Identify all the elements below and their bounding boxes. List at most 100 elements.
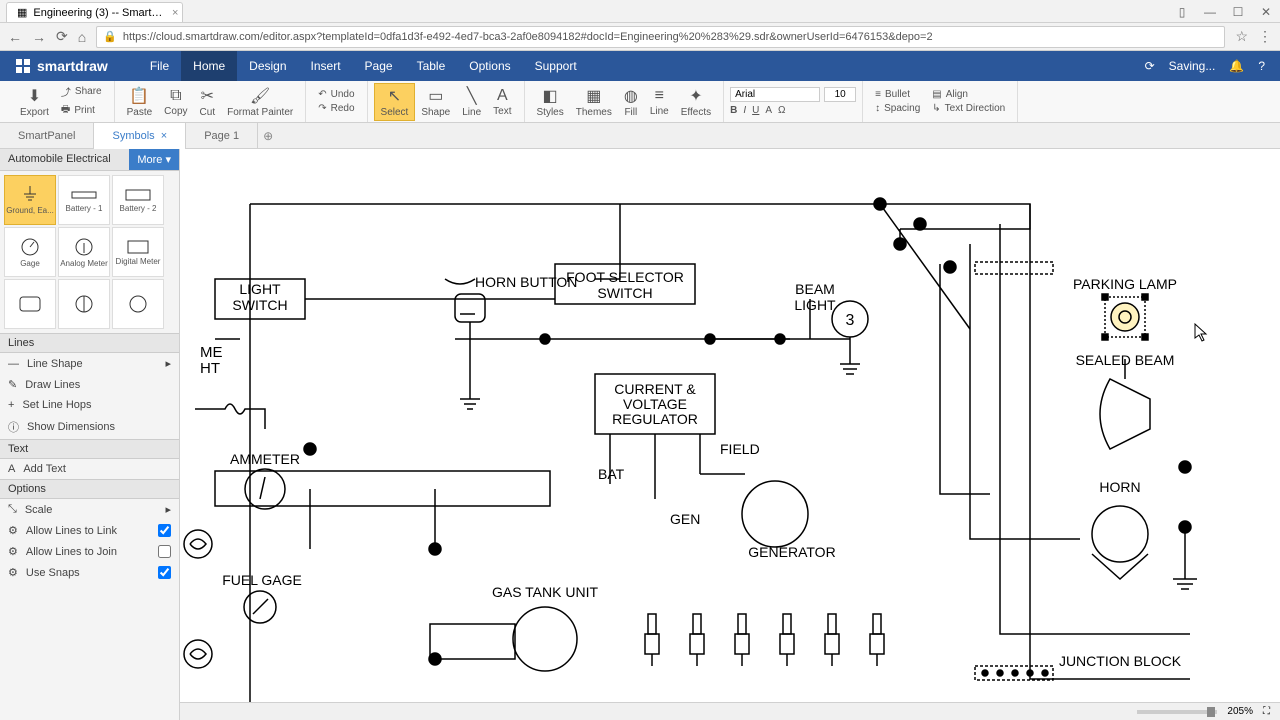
maximize-icon[interactable]: ☐ [1224,2,1252,22]
symbol-digital-meter[interactable]: Digital Meter [112,227,164,277]
user-icon[interactable]: ▯ [1168,2,1196,22]
line-button[interactable]: ╲Line [456,84,487,120]
symbol-analog-meter[interactable]: Analog Meter [58,227,110,277]
bell-icon[interactable]: 🔔 [1229,59,1244,73]
help-icon[interactable]: ? [1258,59,1265,73]
text-direction-button[interactable]: ↳ Text Direction [926,102,1011,115]
undo-button[interactable]: ↶Undo [312,88,360,101]
symbol-gage[interactable]: Gage [4,227,56,277]
export-button[interactable]: ⬇Export [14,84,55,120]
font-color-button[interactable]: A [765,105,772,116]
svg-text:CURRENT &VOLTAGEREGULATOR: CURRENT &VOLTAGEREGULATOR [612,381,698,427]
scale-item[interactable]: ⤡Scale▸ [0,499,179,520]
sync-icon: ⟳ [1145,59,1155,73]
options-section: Options [0,479,179,499]
add-text-item[interactable]: AAdd Text [0,459,179,479]
browser-tab[interactable]: ▦ Engineering (3) -- Smart… × [6,2,183,22]
bullet-button[interactable]: ≡ Bullet [869,88,926,101]
svg-text:HORN: HORN [1099,479,1140,495]
saving-status: Saving... [1169,59,1216,73]
menu-file[interactable]: File [138,51,181,81]
svg-text:3: 3 [846,312,855,329]
symbol-ground[interactable]: Ground, Ea... [4,175,56,225]
themes-button[interactable]: ▦Themes [570,84,618,120]
draw-lines-item[interactable]: ✎Draw Lines [0,374,179,395]
forward-icon[interactable]: → [32,29,46,45]
add-page-button[interactable]: ⊕ [258,129,278,143]
text-button[interactable]: AText [487,85,517,119]
svg-text:FIELD: FIELD [720,441,760,457]
styles-button[interactable]: ◧Styles [531,84,570,120]
symbol-item-9[interactable] [112,279,164,329]
menu-table[interactable]: Table [405,51,458,81]
home-icon[interactable]: ⌂ [78,29,86,45]
smartpanel-tab[interactable]: SmartPanel [0,123,94,149]
allow-join-item[interactable]: ⚙Allow Lines to Join [0,541,179,562]
fill-button[interactable]: ◍Fill [618,84,644,120]
symbol-item-8[interactable] [58,279,110,329]
print-button[interactable]: 🖶Print [55,101,108,120]
menu-insert[interactable]: Insert [299,51,353,81]
svg-text:GENERATOR: GENERATOR [748,544,835,560]
italic-button[interactable]: I [743,105,746,116]
align-button[interactable]: ▤ Align [926,88,1011,101]
menu-options[interactable]: Options [457,51,522,81]
redo-button[interactable]: ↷Redo [312,102,360,115]
symbol-item-7[interactable] [4,279,56,329]
effects-button[interactable]: ✦Effects [675,84,717,120]
page1-tab[interactable]: Page 1 [186,123,258,149]
line-style-button[interactable]: ≡Line [644,85,675,119]
menu-page[interactable]: Page [353,51,405,81]
svg-text:JUNCTION BLOCK: JUNCTION BLOCK [1059,653,1182,669]
use-snaps-item[interactable]: ⚙Use Snaps [0,562,179,583]
line-shape-item[interactable]: —Line Shape▸ [0,353,179,374]
show-dimensions-item[interactable]: ⓘShow Dimensions [0,415,179,439]
ribbon-toolbar: ⬇Export ⤴Share 🖶Print 📋Paste ⧉Copy ✂Cut … [0,81,1280,123]
bold-button[interactable]: B [730,105,737,116]
symbol-battery1[interactable]: Battery - 1 [58,175,110,225]
symbols-tab[interactable]: Symbols × [94,123,186,149]
menu-home[interactable]: Home [181,51,237,81]
svg-text:BAT: BAT [598,466,625,482]
back-icon[interactable]: ← [8,29,22,45]
font-size-input[interactable] [824,87,856,102]
svg-text:AMMETER: AMMETER [230,451,300,467]
format-painter-button[interactable]: 🖌Format Painter [221,84,299,120]
spacing-button[interactable]: ↕ Spacing [869,102,926,115]
svg-text:PARKING LAMP: PARKING LAMP [1073,276,1177,292]
browser-tab-bar: ▦ Engineering (3) -- Smart… × ▯ — ☐ ✕ [0,0,1280,23]
close-icon[interactable]: × [172,7,178,19]
font-name-input[interactable] [730,87,820,102]
address-bar: ← → ⟳ ⌂ 🔒 https://cloud.smartdraw.com/ed… [0,23,1280,51]
menu-support[interactable]: Support [523,51,589,81]
diagram-canvas[interactable]: 3 [180,149,1280,709]
library-more-button[interactable]: More ▾ [129,149,179,170]
minimize-icon[interactable]: — [1196,2,1224,22]
zoom-slider[interactable] [1137,710,1217,714]
url-input[interactable]: 🔒 https://cloud.smartdraw.com/editor.asp… [96,26,1225,48]
line-hops-item[interactable]: +Set Line Hops [0,395,179,415]
insert-symbol-button[interactable]: Ω [778,105,785,116]
copy-button[interactable]: ⧉Copy [158,85,193,119]
reload-icon[interactable]: ⟳ [56,28,68,45]
svg-text:SEALED BEAM: SEALED BEAM [1076,352,1175,368]
status-bar: 205% ⛶ [180,702,1280,720]
fullscreen-icon[interactable]: ⛶ [1263,706,1270,717]
shape-button[interactable]: ▭Shape [415,84,456,120]
share-button[interactable]: ⤴Share [55,83,108,100]
page-icon: ▦ [17,6,27,19]
svg-text:HORN BUTTON: HORN BUTTON [475,274,577,290]
menu-design[interactable]: Design [237,51,298,81]
document-tabs: SmartPanel Symbols × Page 1 ⊕ [0,123,1280,149]
close-window-icon[interactable]: ✕ [1252,2,1280,22]
allow-link-item[interactable]: ⚙Allow Lines to Link [0,520,179,541]
select-button[interactable]: ↖Select [374,83,416,121]
cut-button[interactable]: ✂Cut [194,84,222,120]
symbol-battery2[interactable]: Battery - 2 [112,175,164,225]
underline-button[interactable]: U [752,105,759,116]
canvas-area[interactable]: 3 [180,149,1280,720]
menu-icon[interactable]: ⋮ [1258,28,1272,45]
paste-button[interactable]: 📋Paste [121,84,159,120]
cursor-icon [1195,324,1206,341]
star-icon[interactable]: ☆ [1235,28,1248,45]
